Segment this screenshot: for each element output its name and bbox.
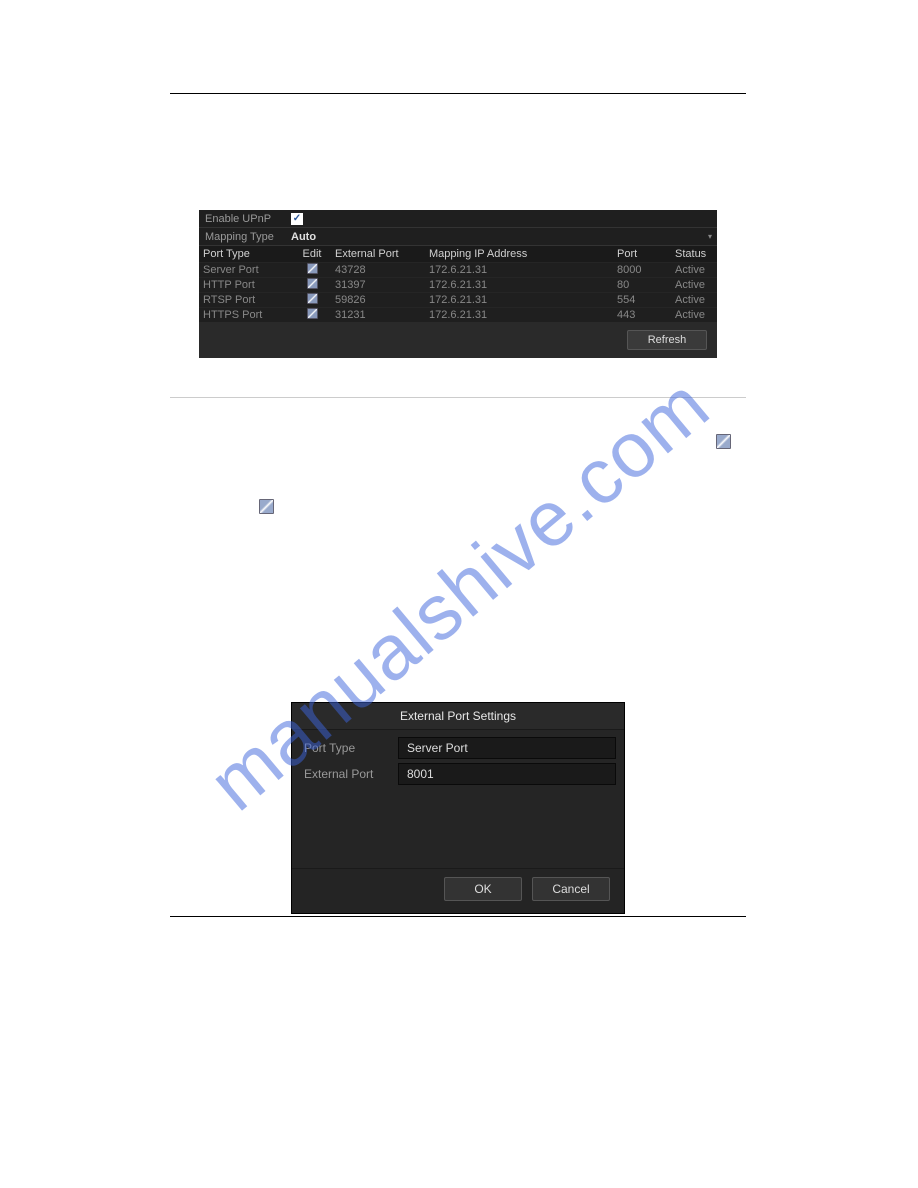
cell-external-port: 31397: [327, 279, 421, 291]
cell-port-type: RTSP Port: [199, 294, 297, 306]
cell-edit[interactable]: [297, 263, 327, 277]
header-external-port: External Port: [327, 248, 421, 260]
edit-icon[interactable]: [307, 308, 318, 319]
header-edit: Edit: [297, 248, 327, 260]
cell-port: 443: [609, 309, 667, 321]
cell-port-type: HTTP Port: [199, 279, 297, 291]
cell-status: Active: [667, 294, 717, 306]
cell-external-port: 59826: [327, 294, 421, 306]
port-type-value[interactable]: Server Port: [398, 737, 616, 759]
dialog-body: Port Type Server Port External Port 8001: [292, 730, 624, 868]
cell-edit[interactable]: [297, 293, 327, 307]
chevron-down-icon[interactable]: ▾: [703, 232, 717, 241]
cell-port-type: HTTPS Port: [199, 309, 297, 321]
enable-upnp-row: Enable UPnP ✓: [199, 210, 717, 228]
edit-icon[interactable]: [307, 263, 318, 274]
cell-external-port: 31231: [327, 309, 421, 321]
header-mapping-ip: Mapping IP Address: [421, 248, 609, 260]
header-port-type: Port Type: [199, 248, 297, 260]
port-type-field: Port Type Server Port: [300, 736, 616, 760]
cancel-button[interactable]: Cancel: [532, 877, 610, 901]
cell-port: 8000: [609, 264, 667, 276]
enable-upnp-checkbox[interactable]: ✓: [291, 213, 303, 225]
edit-icon[interactable]: [307, 293, 318, 304]
table-row: RTSP Port 59826 172.6.21.31 554 Active: [199, 292, 717, 307]
cell-status: Active: [667, 264, 717, 276]
table-row: HTTPS Port 31231 172.6.21.31 443 Active: [199, 307, 717, 322]
edit-icon[interactable]: [307, 278, 318, 289]
cell-status: Active: [667, 279, 717, 291]
divider-bottom: [170, 916, 746, 917]
cell-mapping-ip: 172.6.21.31: [421, 294, 609, 306]
port-mapping-table: Port Type Edit External Port Mapping IP …: [199, 246, 717, 322]
external-port-field: External Port 8001: [300, 762, 616, 786]
port-type-label: Port Type: [300, 741, 398, 755]
refresh-button-row: Refresh: [199, 322, 717, 358]
cell-port: 80: [609, 279, 667, 291]
cell-status: Active: [667, 309, 717, 321]
cell-mapping-ip: 172.6.21.31: [421, 309, 609, 321]
external-port-label: External Port: [300, 767, 398, 781]
cell-mapping-ip: 172.6.21.31: [421, 264, 609, 276]
header-port: Port: [609, 248, 667, 260]
mapping-type-row[interactable]: Mapping Type Auto ▾: [199, 228, 717, 246]
cell-port-type: Server Port: [199, 264, 297, 276]
cell-edit[interactable]: [297, 278, 327, 292]
cell-port: 554: [609, 294, 667, 306]
cell-mapping-ip: 172.6.21.31: [421, 279, 609, 291]
upnp-settings-panel: Enable UPnP ✓ Mapping Type Auto ▾ Port T…: [199, 210, 717, 358]
table-row: Server Port 43728 172.6.21.31 8000 Activ…: [199, 262, 717, 277]
divider-top: [170, 93, 746, 94]
cell-external-port: 43728: [327, 264, 421, 276]
refresh-button[interactable]: Refresh: [627, 330, 707, 350]
enable-upnp-label: Enable UPnP: [199, 213, 289, 225]
external-port-input[interactable]: 8001: [398, 763, 616, 785]
cell-edit[interactable]: [297, 308, 327, 322]
mapping-type-label: Mapping Type: [199, 231, 289, 243]
edit-icon[interactable]: [259, 499, 274, 514]
mapping-type-value: Auto: [289, 231, 703, 243]
dialog-title: External Port Settings: [292, 703, 624, 730]
divider-mid: [170, 397, 746, 398]
ok-button[interactable]: OK: [444, 877, 522, 901]
external-port-settings-dialog: External Port Settings Port Type Server …: [291, 702, 625, 914]
table-header-row: Port Type Edit External Port Mapping IP …: [199, 246, 717, 262]
dialog-button-row: OK Cancel: [292, 868, 624, 913]
edit-icon[interactable]: [716, 434, 731, 449]
header-status: Status: [667, 248, 717, 260]
table-row: HTTP Port 31397 172.6.21.31 80 Active: [199, 277, 717, 292]
